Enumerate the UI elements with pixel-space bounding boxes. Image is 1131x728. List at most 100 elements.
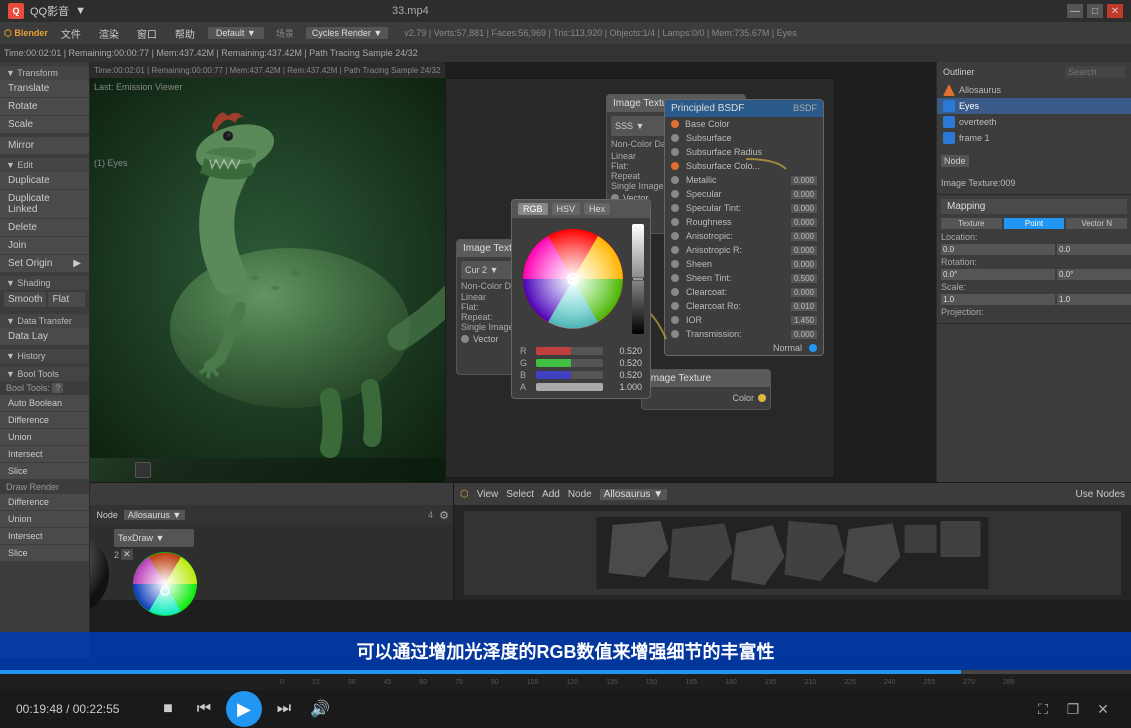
node-editor[interactable]: RGB HSV Hex	[445, 78, 835, 478]
g-bar[interactable]	[536, 359, 603, 367]
layout-selector[interactable]: Default ▼	[208, 27, 264, 39]
node-prop-label[interactable]: Node	[941, 155, 969, 167]
tex-select[interactable]: Select	[506, 489, 534, 500]
tab-rgb[interactable]: RGB	[518, 203, 548, 215]
bsdf-output-label: Normal	[773, 343, 802, 353]
small-color-wheel-svg[interactable]	[130, 549, 200, 619]
join-button[interactable]: Join	[0, 237, 89, 254]
duplicate-button[interactable]: Duplicate	[0, 172, 89, 189]
edit-header[interactable]: ▼ Edit	[0, 158, 89, 172]
sheen-value[interactable]: 0.000	[791, 260, 817, 269]
outline-overteeth[interactable]: overteeth	[937, 114, 1131, 130]
play-button[interactable]: ▶	[226, 691, 262, 727]
transform-header[interactable]: ▼ Transform	[0, 66, 89, 80]
tab-hex[interactable]: Hex	[584, 203, 610, 215]
r-bar[interactable]	[536, 347, 603, 355]
paint-settings-icon[interactable]: ⚙	[439, 509, 449, 522]
tex-add[interactable]: Add	[542, 489, 560, 500]
mirror-button[interactable]: Mirror	[0, 137, 89, 154]
menu-help[interactable]: 帮助	[170, 24, 200, 43]
specular-tint-value[interactable]: 0.000	[791, 204, 817, 213]
difference-button2[interactable]: Difference	[0, 494, 89, 510]
intersect-button2[interactable]: Intersect	[0, 528, 89, 544]
menu-window[interactable]: 窗口	[132, 24, 162, 43]
tex-node[interactable]: Node	[568, 489, 592, 500]
paint-node[interactable]: Node	[96, 510, 118, 520]
location-x[interactable]	[941, 244, 1055, 255]
bool-tools-header[interactable]: ▼ Bool Tools	[0, 367, 89, 381]
use-nodes-btn[interactable]: Use Nodes	[1076, 489, 1125, 500]
flat-button[interactable]: Flat	[48, 292, 85, 307]
clearcoat-value[interactable]: 0.000	[791, 288, 817, 297]
volume-button[interactable]: 🔊	[306, 695, 334, 723]
slice-button1[interactable]: Slice	[0, 463, 89, 479]
fullscreen-button[interactable]: ❐	[1061, 697, 1085, 721]
clearcoat-ro-value[interactable]: 0.010	[791, 302, 817, 311]
anisotropic-r-value[interactable]: 0.000	[791, 246, 817, 255]
point-btn[interactable]: Point	[1004, 218, 1065, 229]
paint-allosaurus[interactable]: Allosaurus ▼	[124, 510, 185, 520]
history-header[interactable]: ▼ History	[0, 349, 89, 363]
roughness-value[interactable]: 0.000	[791, 218, 817, 227]
rotation-y[interactable]	[1057, 269, 1131, 280]
anisotropic-value[interactable]: 0.000	[791, 232, 817, 241]
texture-btn[interactable]: Texture	[941, 218, 1002, 229]
union-button1[interactable]: Union	[0, 429, 89, 445]
ior-value[interactable]: 1.450	[791, 316, 817, 325]
translate-button[interactable]: Translate	[0, 80, 89, 97]
location-row: Location:	[941, 232, 1127, 242]
outline-allosaurus[interactable]: Allosaurus	[937, 82, 1131, 98]
specular-value[interactable]: 0.000	[791, 190, 817, 199]
union-button2[interactable]: Union	[0, 511, 89, 527]
intersect-button1[interactable]: Intersect	[0, 446, 89, 462]
menu-render[interactable]: 渲染	[94, 24, 124, 43]
render-engine[interactable]: Cycles Render ▼	[306, 27, 388, 39]
scale-x[interactable]	[941, 294, 1055, 305]
tex-allosaurus[interactable]: Allosaurus ▼	[600, 489, 667, 500]
smooth-button[interactable]: Smooth	[4, 292, 46, 307]
maximize-button[interactable]: □	[1087, 4, 1103, 18]
brightness-slider[interactable]	[632, 224, 644, 334]
set-origin-button[interactable]: Set Origin ▶	[0, 255, 89, 272]
menu-file[interactable]: 文件	[56, 24, 86, 43]
delete-button[interactable]: Delete	[0, 219, 89, 236]
minimize-button[interactable]: —	[1067, 4, 1083, 18]
scale-y[interactable]	[1057, 294, 1131, 305]
small-color-wheel[interactable]	[130, 549, 200, 622]
data-lay-button[interactable]: Data Lay	[0, 328, 89, 345]
b-bar[interactable]	[536, 371, 603, 379]
principled-bsdf-node[interactable]: Principled BSDF BSDF Base Color Subsurfa…	[664, 99, 824, 356]
a-bar[interactable]	[536, 383, 603, 391]
slice-button2[interactable]: Slice	[0, 545, 89, 561]
scale-button[interactable]: Scale	[0, 116, 89, 133]
next-button[interactable]: ⏭	[270, 695, 298, 723]
texdraw-select[interactable]: TexDraw ▼	[114, 529, 194, 547]
pip-button[interactable]: ⛶	[1031, 697, 1055, 721]
metallic-value[interactable]: 0.000	[791, 176, 817, 185]
duplicate-linked-button[interactable]: Duplicate Linked	[0, 190, 89, 218]
prev-button[interactable]: ⏮	[190, 695, 218, 723]
outline-frame[interactable]: frame 1	[937, 130, 1131, 146]
color-wheel-svg[interactable]	[518, 224, 628, 334]
vector-n-btn[interactable]: Vector N	[1066, 218, 1127, 229]
data-transfer-header[interactable]: ▼ Data Transfer	[0, 314, 89, 328]
sheen-tint-value[interactable]: 0.500	[791, 274, 817, 283]
transmission-value[interactable]: 0.000	[791, 330, 817, 339]
shading-header[interactable]: ▼ Shading	[0, 276, 89, 290]
difference-button1[interactable]: Difference	[0, 412, 89, 428]
tex-view[interactable]: View	[477, 489, 499, 500]
rotation-x[interactable]	[941, 269, 1055, 280]
tab-hsv[interactable]: HSV	[552, 203, 581, 215]
timecode-strip[interactable]: 0 15 30 45 60 75 90 105 120 135 150 165 …	[0, 674, 1131, 690]
outliner-search[interactable]	[1065, 66, 1125, 78]
stop-button[interactable]: ■	[154, 695, 182, 723]
outline-eyes[interactable]: Eyes	[937, 98, 1131, 114]
close-player-button[interactable]: ✕	[1091, 697, 1115, 721]
3d-viewport[interactable]: Allosaurus Last: Emission Viewer (1) Eye…	[90, 78, 445, 498]
bool-help[interactable]: ?	[52, 383, 63, 393]
rotate-button[interactable]: Rotate	[0, 98, 89, 115]
location-y[interactable]	[1057, 244, 1131, 255]
close-button[interactable]: ✕	[1107, 4, 1123, 18]
auto-boolean-button[interactable]: Auto Boolean	[0, 395, 89, 411]
image-texture-node-3[interactable]: Image Texture Color	[641, 369, 771, 410]
